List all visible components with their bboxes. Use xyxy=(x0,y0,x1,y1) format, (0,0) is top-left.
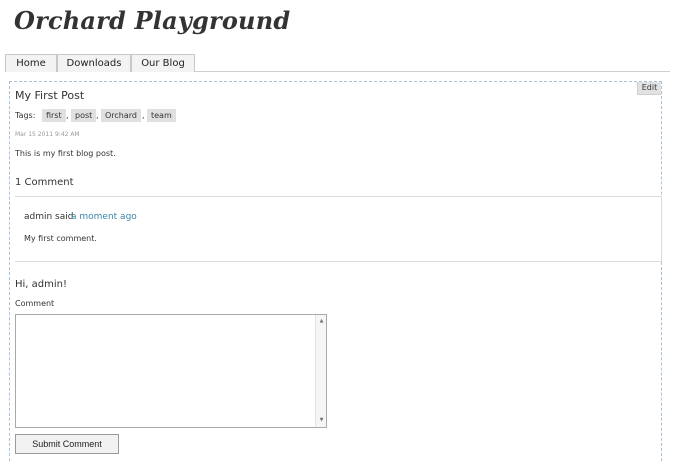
comment-field-label: Comment xyxy=(15,299,55,308)
nav-tab-home[interactable]: Home xyxy=(5,54,57,72)
tag-first[interactable]: first xyxy=(42,109,66,122)
nav-tab-downloads[interactable]: Downloads xyxy=(57,54,131,72)
comments-heading: 1 Comment xyxy=(15,177,74,188)
site-title: Orchard Playground xyxy=(14,6,291,35)
textarea-scrollbar[interactable]: ▲ ▼ xyxy=(315,315,326,427)
tag-post[interactable]: post xyxy=(71,109,97,122)
post-date: Mar 15 2011 9:42 AM xyxy=(15,131,80,138)
post-body: This is my first blog post. xyxy=(15,149,116,158)
comment-form-greeting: Hi, admin! xyxy=(15,279,67,290)
content-zone: Edit My First Post Tags: first , post , … xyxy=(9,81,662,461)
comment-text: My first comment. xyxy=(24,234,97,243)
scroll-down-arrow-icon[interactable]: ▼ xyxy=(317,416,326,425)
tags-label: Tags: xyxy=(15,111,36,120)
scroll-up-arrow-icon[interactable]: ▲ xyxy=(317,317,326,326)
comment-item: admin said a moment ago My first comment… xyxy=(15,196,662,262)
main-nav: Home Downloads Our Blog xyxy=(5,54,670,72)
comment-author: admin said xyxy=(24,212,74,222)
comment-textarea[interactable]: ▲ ▼ xyxy=(15,314,327,428)
tag-separator: , xyxy=(96,111,99,120)
comment-time-link[interactable]: a moment ago xyxy=(71,212,137,222)
tag-separator: , xyxy=(142,111,145,120)
edit-button[interactable]: Edit xyxy=(637,82,661,95)
tag-team[interactable]: team xyxy=(147,109,176,122)
submit-comment-button[interactable]: Submit Comment xyxy=(15,434,119,454)
tag-separator: , xyxy=(66,111,69,120)
post-title: My First Post xyxy=(15,89,85,102)
tag-orchard[interactable]: Orchard xyxy=(101,109,142,122)
nav-tab-our-blog[interactable]: Our Blog xyxy=(131,54,195,72)
